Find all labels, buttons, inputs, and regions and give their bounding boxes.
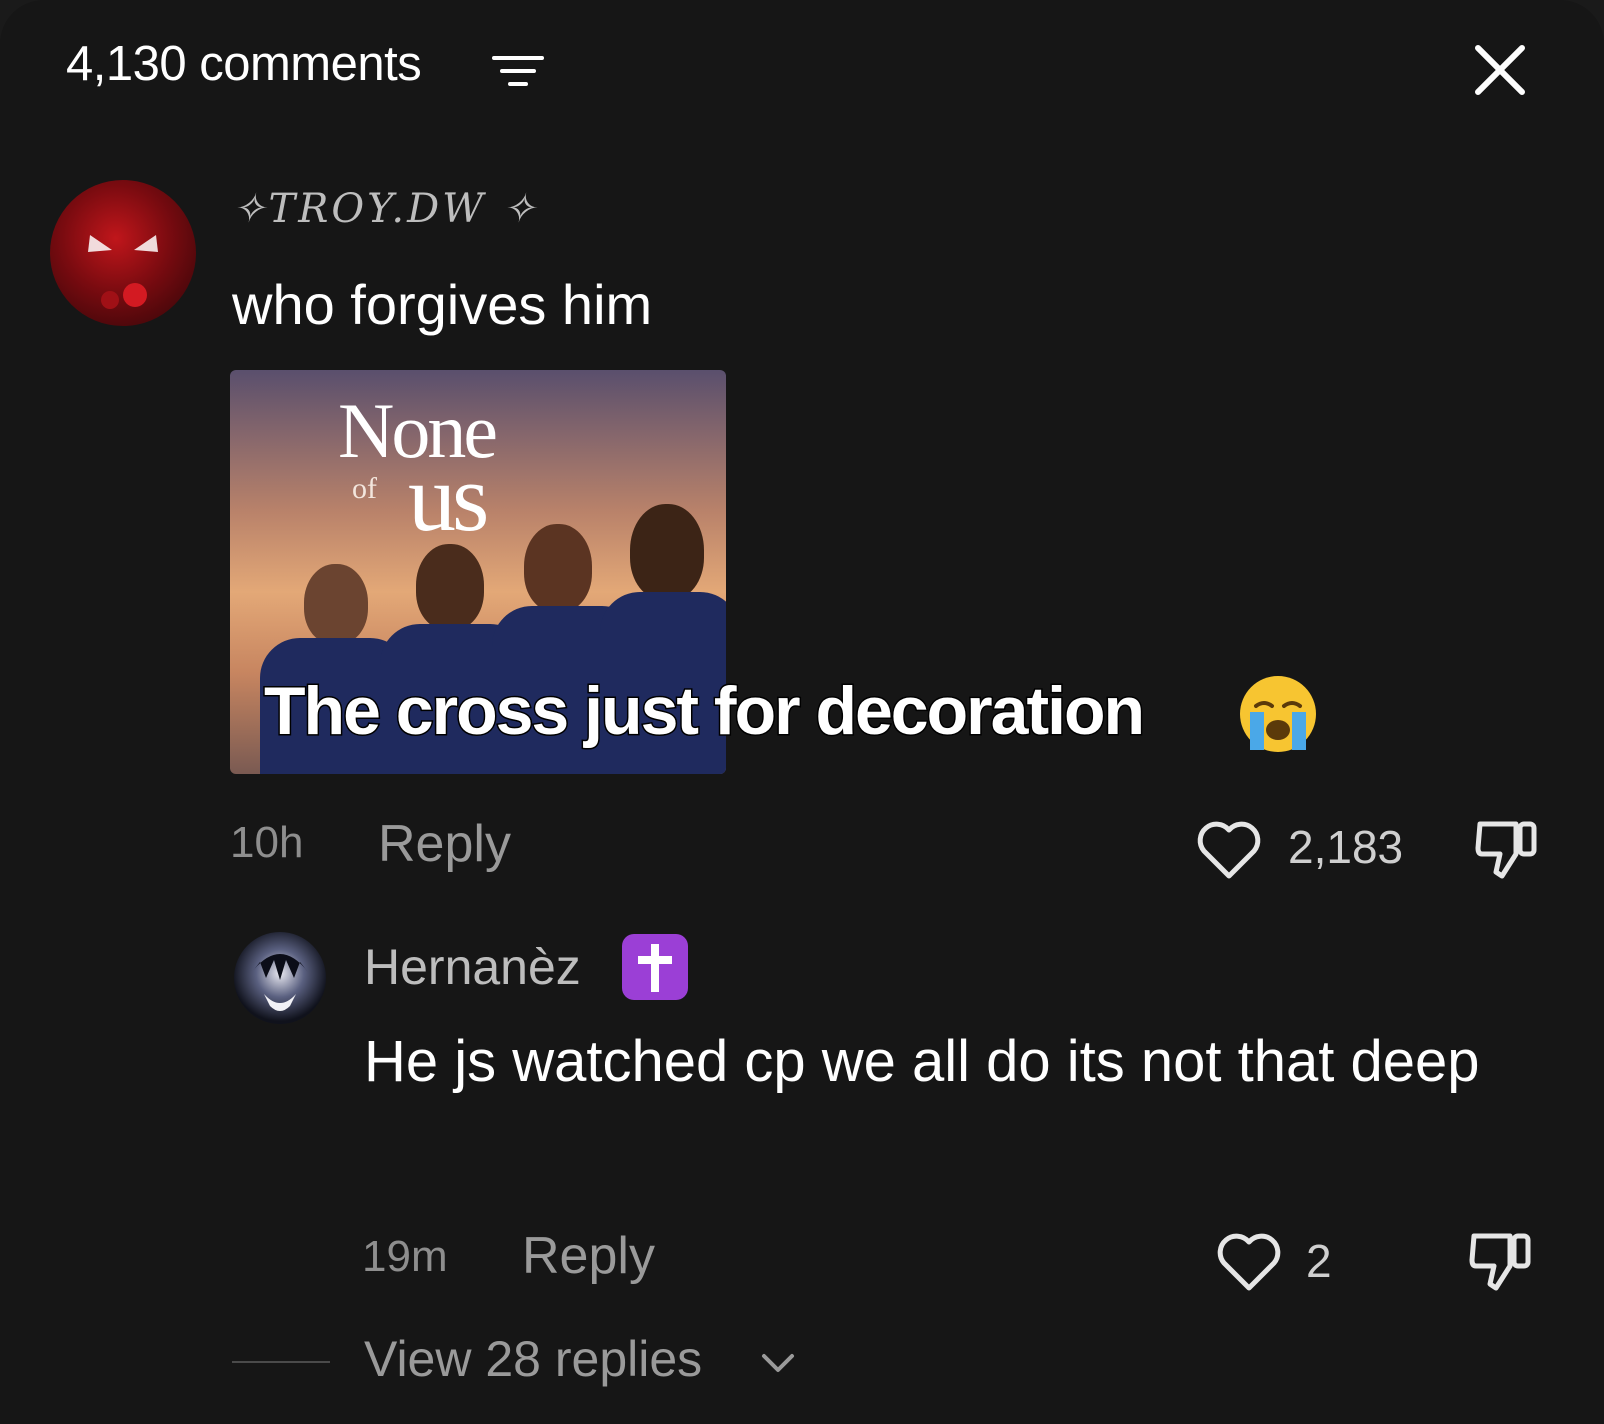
reply-button[interactable]: Reply bbox=[378, 814, 511, 874]
avatar[interactable] bbox=[234, 932, 326, 1024]
filter-icon[interactable] bbox=[492, 54, 544, 88]
caption-overlay: The cross just for decoration bbox=[262, 672, 1146, 751]
reply-button[interactable]: Reply bbox=[522, 1226, 655, 1286]
comment-username[interactable]: Hernanèz bbox=[364, 938, 581, 996]
comment-text: He js watched cp we all do its not that … bbox=[364, 1029, 1480, 1094]
divider bbox=[232, 1361, 330, 1363]
chevron-down-icon[interactable] bbox=[760, 1352, 796, 1376]
like-count: 2,183 bbox=[1288, 821, 1404, 873]
anime-character-icon bbox=[252, 954, 308, 1011]
spider-mask-icon bbox=[88, 235, 158, 309]
comment-time: 19m bbox=[362, 1232, 448, 1281]
image-title-of: of bbox=[352, 472, 377, 505]
like-count: 2 bbox=[1306, 1235, 1332, 1287]
comment-count: 4,130 comments bbox=[66, 37, 422, 91]
dislike-icon[interactable] bbox=[1466, 1226, 1536, 1296]
avatar[interactable] bbox=[50, 180, 196, 326]
latin-cross-icon bbox=[622, 934, 688, 1000]
heart-icon[interactable] bbox=[1216, 1232, 1282, 1292]
crying-face-icon bbox=[1240, 676, 1316, 752]
comment-time: 10h bbox=[230, 818, 304, 867]
dislike-icon[interactable] bbox=[1472, 814, 1542, 884]
comments-panel: 4,130 comments ✧TROY.DW ✧ who forgives h… bbox=[0, 0, 1604, 1424]
comment-text: who forgives him bbox=[232, 273, 653, 336]
view-replies-button[interactable]: View 28 replies bbox=[364, 1330, 702, 1388]
close-icon[interactable] bbox=[1472, 42, 1528, 98]
heart-icon[interactable] bbox=[1196, 820, 1262, 880]
comment-username[interactable]: ✧TROY.DW ✧ bbox=[232, 186, 538, 232]
image-title-us: us bbox=[408, 444, 489, 551]
